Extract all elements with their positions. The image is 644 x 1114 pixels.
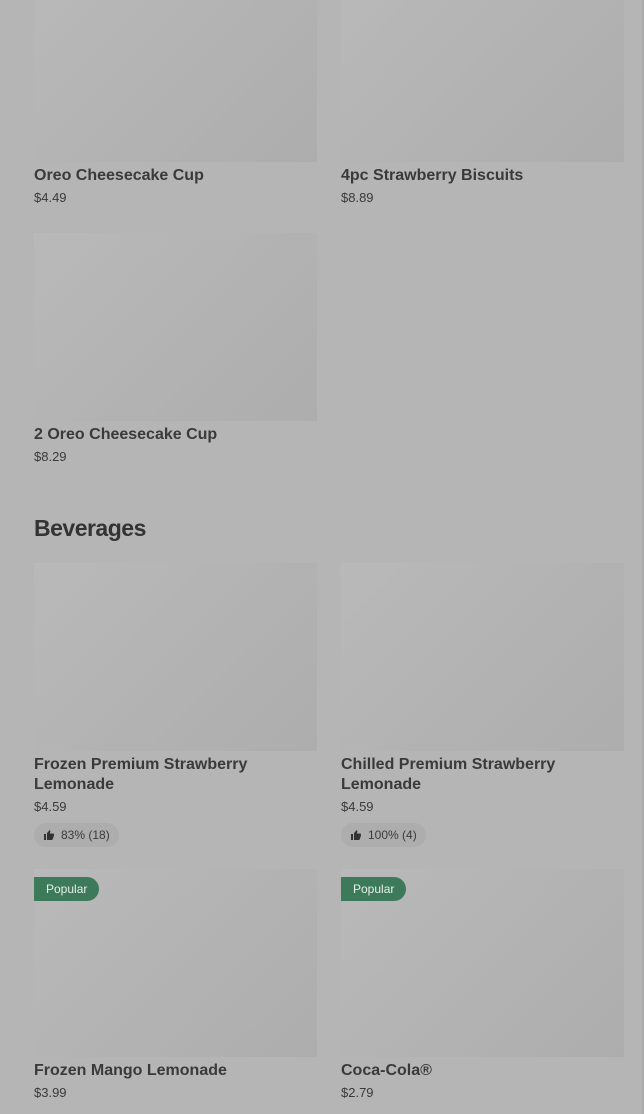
item-price: $4.49: [34, 190, 67, 205]
item-image[interactable]: Popular: [341, 869, 624, 1057]
item-price: $4.59: [341, 799, 374, 814]
item-image[interactable]: [341, 563, 624, 751]
item-image[interactable]: [34, 563, 317, 751]
item-name: 2 Oreo Cheesecake Cup: [34, 426, 218, 443]
rating-text: 83% (18): [61, 828, 110, 842]
section-title-beverages: Beverages: [34, 515, 146, 541]
item-name: Chilled Premium Strawberry Lemonade: [341, 756, 556, 793]
item-price: $3.99: [34, 1085, 67, 1100]
rating-text: 100% (4): [368, 828, 417, 842]
menu-item-card[interactable]: Chilled Premium Strawberry Lemonade $4.5…: [341, 563, 624, 847]
item-name: 4pc Strawberry Biscuits: [341, 167, 524, 184]
item-image[interactable]: [34, 0, 317, 162]
item-image[interactable]: [34, 233, 317, 421]
item-image[interactable]: [341, 0, 624, 162]
item-price: $8.89: [341, 190, 374, 205]
item-image[interactable]: Popular: [34, 869, 317, 1057]
item-name: Frozen Premium Strawberry Lemonade: [34, 756, 248, 793]
thumbs-up-icon: [351, 830, 361, 840]
menu-item-card[interactable]: Frozen Premium Strawberry Lemonade $4.59…: [34, 563, 317, 847]
rating-badge: 83% (18): [34, 823, 119, 847]
popular-badge: Popular: [341, 877, 407, 901]
item-price: $2.79: [341, 1085, 374, 1100]
menu-item-card[interactable]: 4pc Strawberry Biscuits $8.89: [341, 0, 624, 206]
menu-item-card[interactable]: Oreo Cheesecake Cup $4.49: [34, 0, 317, 206]
menu-item-card[interactable]: Popular Coca-Cola® $2.79: [341, 869, 624, 1101]
item-name: Frozen Mango Lemonade: [34, 1062, 227, 1079]
menu-item-card[interactable]: 2 Oreo Cheesecake Cup $8.29: [34, 233, 317, 465]
item-name: Oreo Cheesecake Cup: [34, 167, 204, 184]
item-price: $8.29: [34, 449, 67, 464]
item-name: Coca-Cola®: [341, 1062, 432, 1079]
item-price: $4.59: [34, 799, 67, 814]
popular-badge: Popular: [34, 877, 100, 901]
thumbs-up-icon: [44, 830, 54, 840]
rating-badge: 100% (4): [341, 823, 426, 847]
menu-item-card[interactable]: Popular Frozen Mango Lemonade $3.99: [34, 869, 317, 1101]
menu-page: Oreo Cheesecake Cup $4.49 4pc Strawberry…: [0, 0, 644, 1114]
